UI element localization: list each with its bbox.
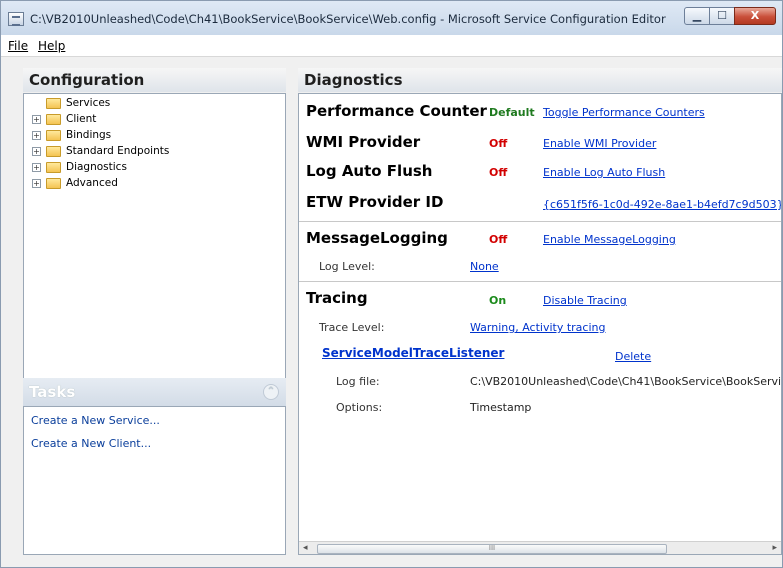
scroll-left-icon[interactable]: ◂ <box>303 543 308 553</box>
delete-listener-link[interactable]: Delete <box>615 350 651 363</box>
expand-icon[interactable]: + <box>32 131 41 140</box>
scroll-thumb[interactable]: III <box>317 544 667 554</box>
scroll-right-icon[interactable]: ▸ <box>772 543 777 553</box>
menu-help[interactable]: Help <box>38 39 65 53</box>
trace-listener-link[interactable]: ServiceModelTraceListener <box>322 346 504 360</box>
expand-icon[interactable]: + <box>32 115 41 124</box>
expand-icon[interactable]: + <box>32 147 41 156</box>
tree-node-label: Diagnostics <box>66 161 127 173</box>
tasks-list: Create a New Service... Create a New Cli… <box>23 406 286 555</box>
maximize-button[interactable]: ☐ <box>709 7 735 25</box>
enable-message-logging-link[interactable]: Enable MessageLogging <box>543 233 676 246</box>
etw-provider-id-link[interactable]: {c651f5f6-1c0d-492e-8ae1-b4efd7c9d503} <box>543 198 781 211</box>
etw-provider-label: ETW Provider ID <box>306 193 444 211</box>
log-file-value: C:\VB2010Unleashed\Code\Ch41\BookService… <box>470 375 782 388</box>
menu-help-label: Help <box>38 39 66 53</box>
create-service-link[interactable]: Create a New Service... <box>31 414 160 427</box>
tasks-header[interactable]: Tasks ⌃ <box>23 378 286 406</box>
wmi-provider-label: WMI Provider <box>306 133 421 151</box>
application-window: C:\VB2010Unleashed\Code\Ch41\BookService… <box>0 0 783 568</box>
expand-icon[interactable]: + <box>32 179 41 188</box>
scroll-thumb-grip: III <box>488 544 496 552</box>
log-file-label: Log file: <box>336 375 380 388</box>
expand-icon[interactable]: + <box>32 163 41 172</box>
message-logging-status: Off <box>489 233 508 246</box>
log-auto-flush-status: Off <box>489 166 508 179</box>
trace-level-label: Trace Level: <box>319 321 385 334</box>
folder-icon <box>46 178 61 189</box>
log-auto-flush-label: Log Auto Flush <box>306 162 433 180</box>
tree-node-label: Bindings <box>66 129 112 141</box>
message-logging-label: MessageLogging <box>306 229 448 247</box>
tree-node-label: Standard Endpoints <box>66 145 170 157</box>
diagnostics-header: Diagnostics <box>298 68 782 92</box>
toggle-performance-counters-link[interactable]: Toggle Performance Counters <box>543 106 705 119</box>
maximize-icon: ☐ <box>717 9 727 22</box>
enable-log-auto-flush-link[interactable]: Enable Log Auto Flush <box>543 166 665 179</box>
tree-node-label: Services <box>66 97 111 109</box>
disable-tracing-link[interactable]: Disable Tracing <box>543 294 627 307</box>
configuration-header: Configuration <box>23 68 286 92</box>
tracing-status: On <box>489 294 507 307</box>
menu-bar: File Help <box>1 35 782 57</box>
log-level-label: Log Level: <box>319 260 375 273</box>
horizontal-scrollbar[interactable]: ◂ III ▸ <box>299 541 781 554</box>
tree-node-label: Advanced <box>66 177 118 189</box>
options-value: Timestamp <box>470 401 532 414</box>
create-client-link[interactable]: Create a New Client... <box>31 437 151 450</box>
minimize-icon: ▁ <box>692 9 702 22</box>
window-title: C:\VB2010Unleashed\Code\Ch41\BookService… <box>30 12 666 26</box>
log-level-link[interactable]: None <box>470 260 499 273</box>
minimize-button[interactable]: ▁ <box>684 7 710 25</box>
menu-file[interactable]: File <box>8 39 28 53</box>
performance-counter-status: Default <box>489 106 535 119</box>
options-label: Options: <box>336 401 383 414</box>
configuration-panel: Configuration Services + Client + Bindin… <box>23 68 286 555</box>
title-bar[interactable]: C:\VB2010Unleashed\Code\Ch41\BookService… <box>1 1 782 35</box>
enable-wmi-provider-link[interactable]: Enable WMI Provider <box>543 137 656 150</box>
performance-counter-label: Performance Counter <box>306 102 487 120</box>
separator <box>299 221 781 222</box>
wmi-provider-status: Off <box>489 137 508 150</box>
app-icon <box>8 12 24 26</box>
separator <box>299 281 781 282</box>
tree-node-label: Client <box>66 113 97 125</box>
folder-icon <box>46 114 61 125</box>
tasks-header-label: Tasks <box>29 383 76 401</box>
menu-file-label: File <box>8 39 29 53</box>
trace-level-link[interactable]: Warning, Activity tracing <box>470 321 606 334</box>
diagnostics-panel: Diagnostics Performance Counter Default … <box>298 68 782 555</box>
close-button[interactable]: X <box>734 7 776 25</box>
tracing-label: Tracing <box>306 289 368 307</box>
folder-icon <box>46 98 61 109</box>
diagnostics-body: Performance Counter Default Toggle Perfo… <box>298 93 782 555</box>
folder-icon <box>46 146 61 157</box>
folder-icon <box>46 130 61 141</box>
collapse-icon[interactable]: ⌃ <box>263 384 279 400</box>
folder-icon <box>46 162 61 173</box>
